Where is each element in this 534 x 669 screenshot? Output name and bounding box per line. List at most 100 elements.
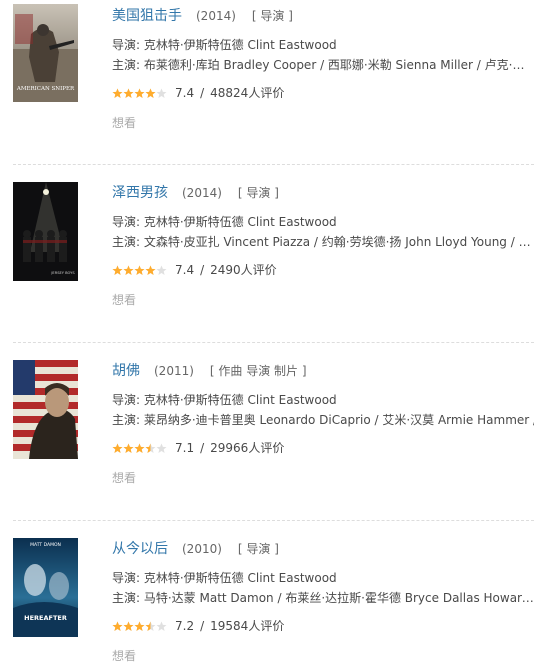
star-icon xyxy=(112,265,123,275)
svg-text:JERSEY BOYS: JERSEY BOYS xyxy=(50,271,75,275)
star-filled-shape xyxy=(123,443,134,453)
poster-jersey-boys[interactable]: JERSEY BOYS xyxy=(13,182,78,281)
star-icon xyxy=(145,621,156,631)
star-icon xyxy=(156,621,167,631)
rating-score: 7.4 xyxy=(175,263,195,277)
movie-title-link[interactable]: 泽西男孩 xyxy=(112,185,168,201)
movie-info: 胡佛 (2011) [ 作曲 导演 制片 ] 导演: 克林特·伊斯特伍德 Clint… xyxy=(112,359,534,486)
cast-line: 主演: 莱昂纳多·迪卡普里奥 Leonardo DiCaprio / 艾米·汉莫… xyxy=(112,413,534,427)
star-icon xyxy=(134,443,145,453)
movie-year: (2014) xyxy=(182,186,222,200)
svg-text:AMERICAN SNIPER: AMERICAN SNIPER xyxy=(16,86,75,92)
star-icon xyxy=(134,88,145,98)
rating-count: 48824人评价 xyxy=(210,86,285,100)
rating-score: 7.2 xyxy=(175,619,195,633)
poster-image: MATT DAMON HEREAFTER xyxy=(13,538,78,637)
rating-score: 7.4 xyxy=(175,86,195,100)
star-icon xyxy=(156,88,167,98)
star-filled-shape xyxy=(112,443,123,453)
divider xyxy=(13,520,534,521)
star-icon xyxy=(156,265,167,275)
rating-separator: / xyxy=(200,86,205,100)
rating-count: 2490人评价 xyxy=(210,263,277,277)
rating-count: 19584人评价 xyxy=(210,619,285,633)
rating-line: 7.4 / 2490人评价 xyxy=(112,262,534,278)
star-filled-shape xyxy=(123,621,134,631)
poster-image: JERSEY BOYS xyxy=(13,182,78,281)
star-icon xyxy=(123,621,134,631)
wish-button[interactable]: 想看 xyxy=(112,292,136,308)
svg-text:MATT DAMON: MATT DAMON xyxy=(30,542,61,548)
star-filled-shape xyxy=(134,443,145,453)
poster-hereafter[interactable]: MATT DAMON HEREAFTER xyxy=(13,538,78,637)
star-icon xyxy=(134,621,145,631)
wish-button[interactable]: 想看 xyxy=(112,470,136,486)
rating-stars xyxy=(112,88,167,99)
star-icon xyxy=(123,443,134,453)
rating-separator: / xyxy=(200,619,205,633)
poster-image xyxy=(13,360,78,459)
wish-button[interactable]: 想看 xyxy=(112,648,136,664)
wish-button[interactable]: 想看 xyxy=(112,115,136,131)
movie-roles: [ 导演 ] xyxy=(251,9,293,23)
star-icon xyxy=(112,88,123,98)
movie-info: 从今以后 (2010) [ 导演 ] 导演: 克林特·伊斯特伍德 Clint Eas… xyxy=(112,537,534,664)
star-filled-shape xyxy=(123,265,134,275)
star-filled-shape xyxy=(112,265,123,275)
rating-count: 29966人评价 xyxy=(210,441,285,455)
director-line: 导演: 克林特·伊斯特伍德 Clint Eastwood xyxy=(112,215,337,229)
rating-line: 7.1 / 29966人评价 xyxy=(112,440,534,456)
star-icon xyxy=(156,443,167,453)
cast-line: 主演: 文森特·皮亚扎 Vincent Piazza / 约翰·劳埃德·扬 Jo… xyxy=(112,235,534,249)
cast-line: 主演: 布莱德利·库珀 Bradley Cooper / 西耶娜·米勒 Sien… xyxy=(112,58,534,72)
movie-roles: [ 导演 ] xyxy=(237,542,279,556)
poster-j-edgar[interactable] xyxy=(13,360,78,459)
movie-roles: [ 导演 ] xyxy=(237,186,279,200)
star-empty-shape xyxy=(156,265,167,275)
star-filled-shape xyxy=(123,88,134,98)
poster-american-sniper[interactable]: AMERICAN SNIPER xyxy=(13,4,78,102)
star-icon xyxy=(145,265,156,275)
movie-title-link[interactable]: 胡佛 xyxy=(112,363,140,379)
star-icon xyxy=(112,621,123,631)
rating-stars xyxy=(112,621,167,632)
movie-year: (2014) xyxy=(196,9,236,23)
star-icon xyxy=(145,443,156,453)
movie-info: 美国狙击手 (2014) [ 导演 ] 导演: 克林特·伊斯特伍德 Clint Ea… xyxy=(112,4,534,131)
divider xyxy=(13,342,534,343)
star-icon xyxy=(134,265,145,275)
star-icon xyxy=(145,88,156,98)
rating-separator: / xyxy=(200,263,205,277)
cast-line: 主演: 马特·达蒙 Matt Damon / 布莱丝·达拉斯·霍华德 Bryce… xyxy=(112,591,534,605)
poster-image: AMERICAN SNIPER xyxy=(13,4,78,102)
director-line: 导演: 克林特·伊斯特伍德 Clint Eastwood xyxy=(112,571,337,585)
star-icon xyxy=(123,88,134,98)
movie-roles: [ 作曲 导演 制片 ] xyxy=(209,364,307,378)
rating-score: 7.1 xyxy=(175,441,195,455)
movie-title-link[interactable]: 从今以后 xyxy=(112,541,168,557)
movie-info: 泽西男孩 (2014) [ 导演 ] 导演: 克林特·伊斯特伍德 Clint Eas… xyxy=(112,181,534,308)
star-filled-shape xyxy=(112,621,123,631)
director-line: 导演: 克林特·伊斯特伍德 Clint Eastwood xyxy=(112,393,337,407)
star-empty-shape xyxy=(156,88,167,98)
star-icon xyxy=(123,265,134,275)
rating-stars xyxy=(112,443,167,454)
star-icon xyxy=(112,443,123,453)
star-filled-shape xyxy=(134,88,145,98)
movie-year: (2011) xyxy=(154,364,194,378)
rating-line: 7.4 / 48824人评价 xyxy=(112,85,534,101)
rating-stars xyxy=(112,265,167,276)
star-rating-graphic xyxy=(112,621,167,631)
star-empty-shape xyxy=(156,443,167,453)
star-filled-shape xyxy=(145,88,156,98)
star-rating-graphic xyxy=(112,265,167,275)
movie-title-link[interactable]: 美国狙击手 xyxy=(112,8,182,24)
star-filled-shape xyxy=(145,265,156,275)
star-rating-graphic xyxy=(112,443,167,453)
movie-year: (2010) xyxy=(182,542,222,556)
star-filled-shape xyxy=(134,265,145,275)
star-filled-shape xyxy=(134,621,145,631)
svg-text:HEREAFTER: HEREAFTER xyxy=(24,614,67,622)
divider xyxy=(13,164,534,165)
director-line: 导演: 克林特·伊斯特伍德 Clint Eastwood xyxy=(112,38,337,52)
